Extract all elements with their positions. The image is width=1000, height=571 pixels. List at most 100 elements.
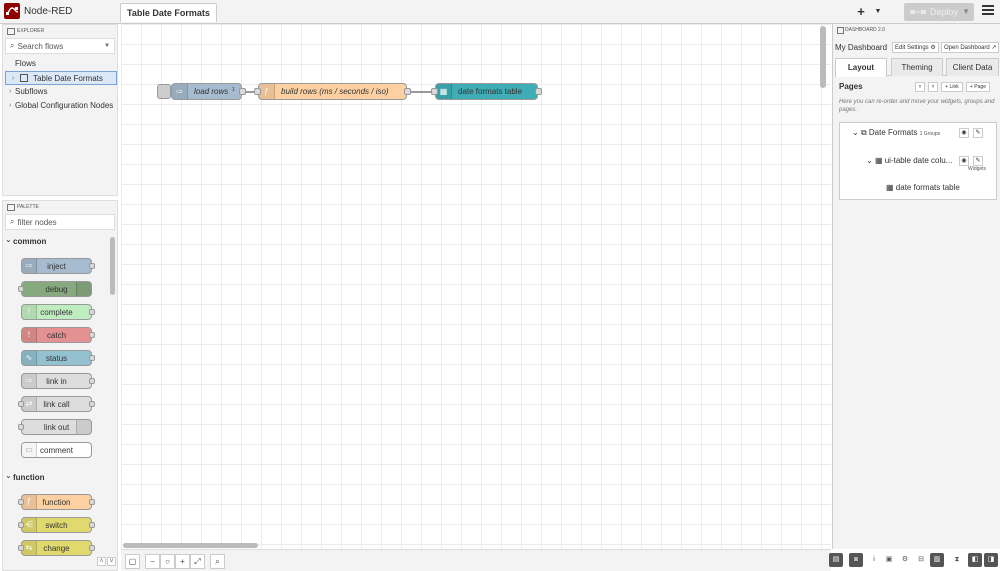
output-port[interactable]: [535, 88, 542, 95]
trash-icon[interactable]: ⊟: [914, 553, 928, 567]
palette-node-switch[interactable]: ⋲ switch: [18, 517, 95, 533]
add-link-button[interactable]: + Link: [941, 82, 963, 92]
input-port[interactable]: [18, 424, 24, 430]
filter-nodes-input[interactable]: ⌕ filter nodes: [5, 214, 115, 230]
chevron-right-icon[interactable]: ›: [9, 99, 11, 113]
flow-node-build-rows[interactable]: ƒ build rows (ms / seconds / iso): [254, 83, 411, 100]
plus-icon[interactable]: +: [855, 4, 867, 20]
output-port[interactable]: [89, 522, 95, 528]
category-function[interactable]: function: [3, 469, 45, 485]
palette-node-inject[interactable]: ⇨ inject: [21, 258, 95, 274]
palette-scrollbar[interactable]: [110, 237, 115, 295]
chevron-down-icon[interactable]: ˅: [107, 557, 116, 566]
search-flows-input[interactable]: ⌕ Search flows ▼: [5, 38, 115, 54]
palette-node-link-out[interactable]: link out: [18, 419, 92, 435]
info-icon[interactable]: i: [867, 553, 881, 567]
zoom-fit-icon[interactable]: ⤢: [190, 554, 205, 569]
sidebar-right-icon[interactable]: ◨: [984, 553, 998, 567]
flow-canvas[interactable]: [121, 24, 831, 549]
collapse-all-icon[interactable]: ˄: [915, 82, 925, 92]
palette-node-debug[interactable]: debug: [18, 281, 92, 297]
output-port[interactable]: [89, 355, 95, 361]
edit-icon[interactable]: ✎: [973, 156, 983, 166]
palette-node-status[interactable]: ∿ status: [21, 350, 95, 366]
output-port[interactable]: [89, 499, 95, 505]
flow-icon: [20, 74, 28, 82]
inject-trigger-button[interactable]: [157, 84, 171, 99]
flow-node-label: build rows (ms / seconds / iso): [281, 87, 389, 96]
page-item-date-formats[interactable]: ⌄ ⧉ Date Formats 1 Groups: [852, 128, 940, 138]
dashboard-chart-icon[interactable]: ▥: [930, 553, 944, 567]
category-common[interactable]: common: [3, 233, 46, 249]
deploy-caret-icon[interactable]: ▼: [962, 3, 970, 21]
hamburger-icon[interactable]: [982, 5, 994, 17]
output-port[interactable]: [239, 88, 246, 95]
search-flows-placeholder: Search flows: [17, 41, 64, 51]
widget-item[interactable]: ▦ date formats table: [886, 183, 960, 192]
deploy-button[interactable]: Deploy ▼: [904, 3, 974, 21]
palette-node-link-in[interactable]: ⇨ link in: [21, 373, 95, 389]
chevron-right-icon[interactable]: ›: [12, 72, 14, 86]
input-port[interactable]: [254, 88, 261, 95]
output-port[interactable]: [89, 401, 95, 407]
canvas-vertical-scrollbar[interactable]: [820, 26, 826, 88]
zoom-in-icon[interactable]: +: [175, 554, 190, 569]
zoom-reset-icon[interactable]: ○: [160, 554, 175, 569]
palette-node-function[interactable]: ƒ function: [18, 494, 95, 510]
flow-node-load-rows[interactable]: ⇨ load rows 1: [171, 83, 246, 100]
tree-subflows[interactable]: › Subflows: [3, 85, 117, 99]
palette-node-complete[interactable]: ! complete: [21, 304, 95, 320]
add-page-button[interactable]: + Page: [966, 82, 990, 92]
tree-item-table-date-formats[interactable]: › Table Date Formats: [5, 71, 117, 85]
input-port[interactable]: [18, 522, 24, 528]
palette-node-label: comment: [40, 446, 73, 455]
bug-icon[interactable]: ⧈: [849, 553, 863, 567]
output-port[interactable]: [89, 332, 95, 338]
edit-settings-button[interactable]: Edit Settings ⚙: [892, 42, 939, 53]
chevron-down-icon[interactable]: ⌄: [852, 128, 859, 137]
open-dashboard-button[interactable]: Open Dashboard ↗: [941, 42, 1000, 53]
edit-icon[interactable]: ✎: [973, 128, 983, 138]
help-icon[interactable]: ▣: [882, 553, 896, 567]
node-icon[interactable]: ⧗: [950, 553, 964, 567]
map-icon[interactable]: ▢: [125, 554, 140, 569]
chevron-down-icon[interactable]: ▼: [873, 4, 883, 20]
chevron-down-icon[interactable]: ⌄: [866, 156, 873, 165]
palette-node-catch[interactable]: ! catch: [21, 327, 95, 343]
flow-node-date-formats-table[interactable]: ▦ date formats table: [431, 83, 542, 100]
output-port[interactable]: [89, 309, 95, 315]
palette-node-change[interactable]: ⇆ change: [18, 540, 95, 556]
input-port[interactable]: [18, 401, 24, 407]
sidebar-left-icon[interactable]: ◧: [968, 553, 982, 567]
tab-layout[interactable]: Layout: [835, 58, 887, 77]
gear-icon[interactable]: ⚙: [898, 553, 912, 567]
input-port[interactable]: [431, 88, 438, 95]
expand-all-icon[interactable]: ˅: [928, 82, 938, 92]
tree-flows[interactable]: Flows: [3, 57, 117, 71]
table-icon: ▦: [886, 183, 894, 192]
input-port[interactable]: [18, 499, 24, 505]
canvas-horizontal-scrollbar[interactable]: [123, 543, 258, 548]
chevron-up-icon[interactable]: ˄: [97, 557, 106, 566]
output-port[interactable]: [404, 88, 411, 95]
tab-theming[interactable]: Theming: [891, 58, 943, 76]
palette-node-link-call[interactable]: ⇄ link call: [18, 396, 95, 412]
tab-table-date-formats[interactable]: Table Date Formats: [120, 3, 217, 22]
eye-icon[interactable]: ◉: [959, 128, 969, 138]
zoom-out-icon[interactable]: −: [145, 554, 160, 569]
tab-client-data[interactable]: Client Data: [946, 58, 999, 76]
input-port[interactable]: [18, 286, 24, 292]
tree-global-config[interactable]: › Global Configuration Nodes: [3, 99, 117, 113]
palette-node-comment[interactable]: ▭ comment: [21, 442, 92, 458]
search-icon[interactable]: ⌕: [210, 554, 225, 569]
eye-icon[interactable]: ◉: [959, 156, 969, 166]
output-port[interactable]: [89, 378, 95, 384]
input-port[interactable]: [18, 545, 24, 551]
output-port[interactable]: [89, 545, 95, 551]
dashboard-name: My Dashboard: [835, 43, 888, 52]
book-icon[interactable]: ▤: [829, 553, 843, 567]
group-item[interactable]: ⌄ ▦ ui-table date colu...: [866, 156, 952, 165]
chevron-down-icon[interactable]: ▼: [104, 43, 110, 49]
output-port[interactable]: [89, 263, 95, 269]
chevron-right-icon[interactable]: ›: [9, 85, 11, 99]
